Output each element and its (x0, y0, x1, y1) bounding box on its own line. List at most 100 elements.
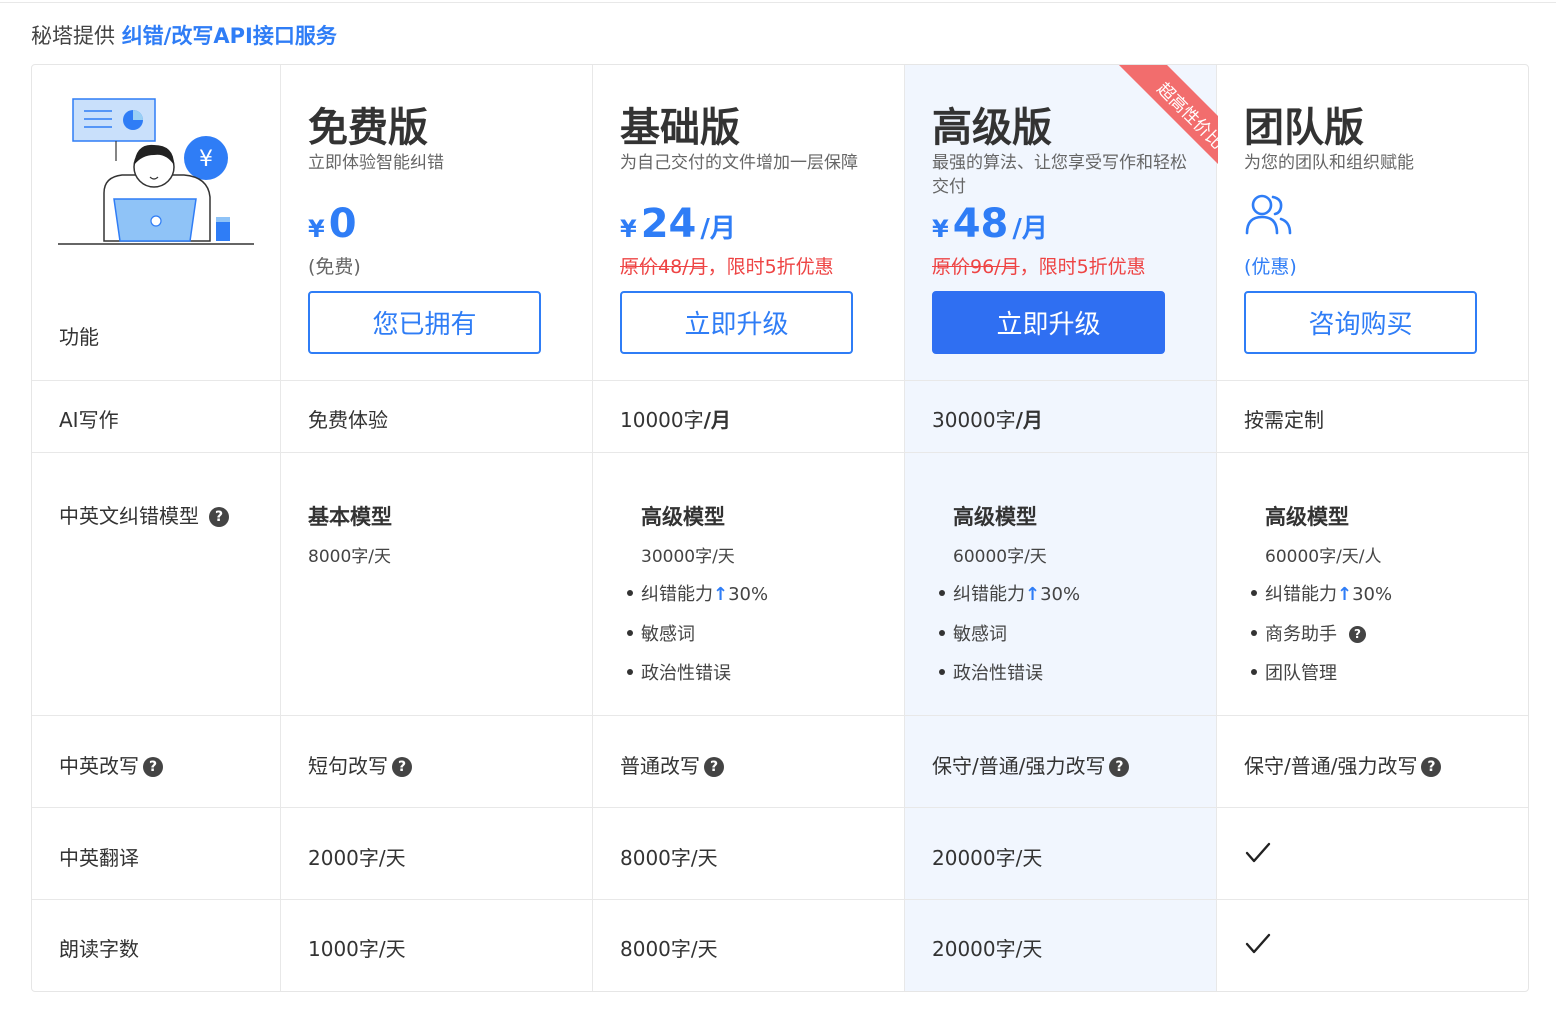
promo-note: 原价48/月，限时5折优惠 (620, 252, 834, 279)
best-value-ribbon: 超高性价比 (1085, 65, 1218, 198)
question-circle-icon[interactable]: ? (1109, 757, 1130, 777)
translate-basic: 8000字/天 (620, 846, 718, 870)
feature-label-correction-model: 中英文纠错模型? (59, 500, 229, 529)
feature-label-text: 中英改写 (59, 754, 139, 778)
bullet-dot (1251, 630, 1257, 636)
bullet-text: 政治性错误 (641, 663, 731, 684)
row-divider (32, 807, 1528, 808)
ai-writing-free: 免费体验 (308, 404, 388, 433)
value-text: 免费体验 (308, 408, 388, 432)
feature-label-read-aloud: 朗读字数 (59, 937, 139, 961)
arrow-up-icon: ↑ (713, 584, 729, 605)
value-text: 短句改写 (308, 754, 388, 778)
bullet-dot (1251, 669, 1257, 675)
row-divider (32, 715, 1528, 716)
api-service-link[interactable]: 纠错/改写API接口服务 (122, 24, 337, 48)
feature-bullet: 敏感词 (939, 620, 1007, 646)
bullet-text: 敏感词 (953, 624, 1007, 645)
read-aloud-basic: 8000字/天 (620, 937, 718, 961)
question-circle-icon[interactable]: ? (392, 757, 412, 777)
value-number: 30000字 (932, 408, 1016, 432)
bullet-text: 政治性错误 (953, 663, 1043, 684)
feature-bullet: 政治性错误 (939, 659, 1043, 685)
feature-header-label: 功能 (59, 325, 99, 349)
bullet-dot (627, 630, 633, 636)
translate-free: 2000字/天 (308, 846, 406, 870)
model-title: 高级模型 (1265, 505, 1349, 529)
bullet-text: 商务助手 (1265, 624, 1337, 645)
plan-description: 立即体验智能纠错 (308, 153, 444, 173)
rewrite-basic: 普通改写? (620, 750, 724, 779)
bullet-dot (627, 669, 633, 675)
original-price: 原价48/月 (620, 256, 708, 278)
bullet-text: 敏感词 (641, 624, 695, 645)
check-icon (1245, 933, 1271, 954)
promo-note: 原价96/月，限时5折优惠 (932, 252, 1146, 279)
owned-button[interactable]: 您已拥有 (308, 291, 541, 354)
plan-name: 免费版 (308, 105, 428, 151)
plan-description: 为自己交付的文件增加一层保障 (620, 153, 858, 173)
rewrite-premium: 保守/普通/强力改写? (932, 750, 1130, 779)
pricing-table: ¥ 功能 免费版 立即体验智能纠错 ¥0 (免费) 您已拥有 基础版 为自己交付… (31, 64, 1529, 992)
model-title: 基本模型 (308, 505, 392, 529)
svg-text:¥: ¥ (199, 147, 213, 172)
read-aloud-premium: 20000字/天 (932, 937, 1043, 961)
plan-note: (优惠) (1244, 256, 1297, 278)
plan-note: (免费) (308, 256, 361, 278)
ai-writing-team: 按需定制 (1244, 404, 1324, 433)
feature-bullet: 团队管理 (1251, 659, 1337, 685)
value-unit: /月 (1015, 408, 1043, 432)
model-quota: 30000字/天 (641, 547, 735, 567)
question-circle-icon[interactable]: ? (704, 757, 724, 777)
bullet-text: 纠错能力 (953, 584, 1025, 605)
original-price: 原价96/月 (932, 256, 1020, 278)
arrow-up-icon: ↑ (1337, 584, 1353, 605)
translate-premium: 20000字/天 (932, 846, 1043, 870)
check-icon (1245, 842, 1271, 863)
read-aloud-free: 1000字/天 (308, 937, 406, 961)
value-number: 10000字 (620, 408, 704, 432)
bullet-dot (939, 590, 945, 596)
price-period: /月 (1012, 214, 1048, 244)
model-quota: 8000字/天 (308, 547, 391, 567)
question-circle-icon[interactable]: ? (143, 757, 163, 777)
arrow-up-icon: ↑ (1025, 584, 1041, 605)
currency-symbol: ¥ (620, 215, 637, 243)
question-circle-icon[interactable]: ? (1349, 626, 1366, 643)
value-text: 保守/普通/强力改写 (1244, 754, 1418, 778)
users-icon (1245, 194, 1292, 235)
boost-value: 30% (728, 584, 769, 605)
promo-text: ，限时5折优惠 (707, 256, 834, 278)
bullet-dot (939, 669, 945, 675)
value-text: 按需定制 (1244, 408, 1324, 432)
value-text: 普通改写 (620, 754, 700, 778)
ai-writing-premium: 30000字/月 (932, 404, 1043, 433)
rewrite-free: 短句改写? (308, 750, 412, 779)
plan-name: 团队版 (1244, 105, 1364, 151)
value-unit: /月 (703, 408, 731, 432)
row-divider (32, 899, 1528, 900)
upgrade-basic-button[interactable]: 立即升级 (620, 291, 853, 354)
feature-bullet: 政治性错误 (627, 659, 731, 685)
plan-free: 免费版 立即体验智能纠错 ¥0 (免费) 您已拥有 (281, 65, 593, 380)
question-circle-icon[interactable]: ? (1421, 757, 1442, 777)
upgrade-premium-button[interactable]: 立即升级 (932, 291, 1165, 354)
currency-symbol: ¥ (932, 215, 949, 243)
question-circle-icon[interactable]: ? (209, 507, 229, 527)
plan-description: 为您的团队和组织赋能 (1244, 153, 1414, 173)
feature-bullet: 纠错能力↑30% (1251, 580, 1392, 606)
model-quota: 60000字/天/人 (1265, 547, 1382, 567)
plan-basic: 基础版 为自己交付的文件增加一层保障 ¥24/月 原价48/月，限时5折优惠 立… (593, 65, 905, 380)
feature-label-rewrite: 中英改写? (59, 750, 163, 779)
currency-symbol: ¥ (308, 215, 325, 243)
ribbon-label: 超高性价比 (1112, 65, 1218, 194)
value-text: 保守/普通/强力改写 (932, 754, 1106, 778)
feature-label-translate: 中英翻译 (59, 846, 139, 870)
row-divider (32, 452, 1528, 453)
feature-bullet: 敏感词 (627, 620, 695, 646)
price-amount: 0 (328, 201, 357, 247)
consult-purchase-button[interactable]: 咨询购买 (1244, 291, 1477, 354)
api-service-title: 秘塔提供 纠错/改写API接口服务 (31, 20, 337, 50)
bullet-dot (627, 590, 633, 596)
price-amount: 24 (640, 201, 697, 247)
